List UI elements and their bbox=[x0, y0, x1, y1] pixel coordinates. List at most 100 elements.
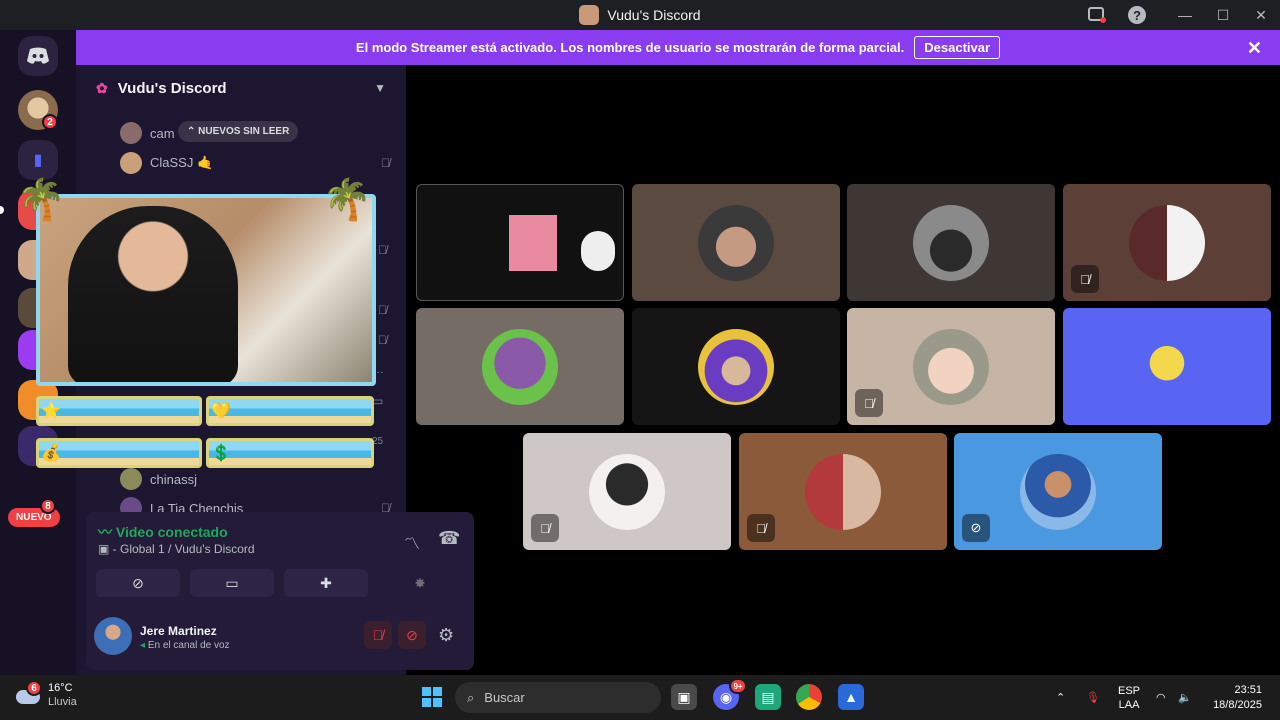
avatar bbox=[1129, 205, 1205, 281]
weather-temp: 16°C bbox=[48, 682, 73, 694]
dollar-icon: 💲 bbox=[211, 445, 231, 462]
weather-badge: 6 bbox=[26, 680, 42, 696]
video-tile-participant[interactable] bbox=[1063, 308, 1271, 425]
clock-date: 18/8/2025 bbox=[1213, 699, 1262, 711]
overlay-goal-tile: 💲 bbox=[206, 438, 374, 468]
close-window-button[interactable]: ✕ bbox=[1242, 0, 1280, 30]
avatar bbox=[913, 205, 989, 281]
streamer-mode-banner: El modo Streamer está activado. Los nomb… bbox=[76, 30, 1280, 65]
boost-icon: ✿ bbox=[96, 79, 108, 96]
skull-graphic bbox=[581, 231, 615, 271]
clock-time: 23:51 bbox=[1234, 684, 1262, 696]
avatar bbox=[120, 122, 142, 144]
chevron-down-icon[interactable]: ▼ bbox=[374, 81, 386, 95]
video-tile-screenshare[interactable] bbox=[416, 184, 624, 301]
video-tile-participant[interactable] bbox=[632, 184, 840, 301]
mic-muted-icon: 🎙̸ bbox=[747, 514, 775, 542]
server-icon-dog[interactable]: 2 bbox=[18, 90, 58, 130]
tray-chevron-up-icon[interactable]: ⌃ bbox=[1056, 675, 1065, 720]
voice-connection-panel: 〰 Video conectado ▣ - Global 1 / Vudu's … bbox=[86, 512, 474, 670]
avatar bbox=[698, 329, 774, 405]
member-name: chinassj bbox=[150, 471, 197, 487]
coins-icon: 💰 bbox=[41, 445, 61, 462]
mute-mic-button[interactable]: 🎙̸ bbox=[364, 621, 392, 649]
avatar bbox=[589, 454, 665, 530]
unread-indicator bbox=[0, 206, 4, 214]
camera-small-icon: ▣ bbox=[98, 542, 113, 556]
video-tile-participant[interactable]: 🎙̸ bbox=[1063, 184, 1271, 301]
streamer-mode-text: El modo Streamer está activado. Los nomb… bbox=[355, 40, 905, 55]
window-title: Vudu's Discord bbox=[607, 7, 701, 23]
activities-button[interactable]: ✚ bbox=[284, 569, 368, 597]
app-icon-green[interactable]: ▤ bbox=[755, 684, 781, 710]
mic-off-icon: 🎙̸ bbox=[372, 627, 384, 643]
overlay-goal-tile: 💛 bbox=[206, 396, 374, 426]
folder-icon[interactable]: ▮ bbox=[18, 140, 58, 180]
heart-icon: 💛 bbox=[211, 403, 231, 420]
mic-muted-icon: 🎙̸ bbox=[855, 389, 883, 417]
voice-status: 〰 Video conectado bbox=[98, 522, 228, 542]
maximize-button[interactable]: ☐ bbox=[1204, 0, 1242, 30]
help-icon[interactable]: ? bbox=[1126, 0, 1148, 30]
camera-off-icon: ⊘ bbox=[132, 574, 144, 591]
windows-start-icon[interactable] bbox=[419, 684, 445, 710]
voice-member[interactable]: ClaSSJ 🤙 🎙̸ bbox=[120, 150, 390, 176]
language-indicator[interactable]: ESP LAA bbox=[1118, 675, 1140, 720]
voice-channel[interactable]: ▣ - Global 1 / Vudu's Discord bbox=[98, 542, 255, 556]
headphones-off-icon: ⊘ bbox=[962, 514, 990, 542]
close-banner-icon[interactable]: ✕ bbox=[1247, 38, 1262, 59]
window-title-group: Vudu's Discord bbox=[579, 5, 701, 25]
weather-widget[interactable]: 6 16°C Lluvia bbox=[16, 680, 77, 709]
weather-desc: Lluvia bbox=[48, 696, 77, 708]
disconnect-icon[interactable]: ☎ bbox=[438, 528, 460, 549]
chrome-icon[interactable] bbox=[796, 684, 822, 710]
server-name: Vudu's Discord bbox=[117, 79, 227, 97]
video-tile-participant[interactable]: ⊘ bbox=[954, 433, 1162, 550]
screen-share-button[interactable]: ▭ bbox=[190, 569, 274, 597]
voice-member[interactable]: chinassj bbox=[120, 466, 390, 492]
mic-muted-icon: 🎙̸ bbox=[378, 333, 387, 347]
camera-off-button[interactable]: ⊘ bbox=[96, 569, 180, 597]
video-tile-participant[interactable] bbox=[416, 308, 624, 425]
task-view-icon[interactable]: ▣ bbox=[671, 684, 697, 710]
clock[interactable]: 23:51 18/8/2025 bbox=[1213, 683, 1262, 713]
voice-channel-label: - Global 1 / Vudu's Discord bbox=[112, 542, 255, 556]
soundboard-button[interactable]: ✸ bbox=[378, 569, 462, 597]
video-tile-participant[interactable] bbox=[847, 184, 1055, 301]
video-tile-participant[interactable]: 🎙̸ bbox=[523, 433, 731, 550]
microphone-icon[interactable]: 🎙 bbox=[1086, 675, 1100, 720]
discord-taskbar-icon[interactable]: ◉ 9+ bbox=[713, 678, 747, 710]
user-status-label: En el canal de voz bbox=[147, 640, 230, 651]
deactivate-button[interactable]: Desactivar bbox=[914, 36, 1001, 59]
svg-text:?: ? bbox=[1133, 8, 1141, 23]
avatar bbox=[1020, 454, 1096, 530]
inbox-icon[interactable] bbox=[1086, 0, 1108, 30]
keyboard-layout: LAA bbox=[1118, 698, 1140, 711]
avatar bbox=[1129, 329, 1205, 405]
new-unread-label: NUEVOS SIN LEER bbox=[198, 126, 290, 137]
video-tile-participant[interactable]: 🎙̸ bbox=[847, 308, 1055, 425]
new-unread-pill[interactable]: ⌃ NUEVOS SIN LEER bbox=[178, 121, 299, 142]
discord-home-icon[interactable] bbox=[18, 36, 58, 76]
screen-share-icon: ▭ bbox=[225, 574, 239, 591]
avatar[interactable] bbox=[94, 617, 132, 655]
deafen-button[interactable]: ⊘ bbox=[398, 621, 426, 649]
soundboard-icon: ✸ bbox=[414, 574, 426, 591]
settings-gear-icon[interactable]: ⚙ bbox=[438, 625, 454, 646]
volume-icon[interactable]: 🔈 bbox=[1178, 675, 1192, 720]
minimize-button[interactable]: — bbox=[1166, 0, 1204, 30]
video-tile-participant[interactable]: 🎙̸ bbox=[739, 433, 947, 550]
screenshare-preview bbox=[509, 215, 557, 271]
search-icon: ⌕ bbox=[467, 689, 475, 705]
video-tile-participant[interactable] bbox=[632, 308, 840, 425]
taskbar-search[interactable]: ⌕ Buscar bbox=[455, 682, 661, 713]
photos-icon[interactable]: ▲ bbox=[838, 684, 864, 710]
server-header[interactable]: ✿ Vudu's Discord ▼ bbox=[76, 65, 406, 111]
gamepad-icon: ✚ bbox=[320, 574, 332, 591]
window-controls: ? — ☐ ✕ bbox=[1086, 0, 1280, 30]
overlay-goal-tile: ⭐ bbox=[36, 396, 202, 426]
webcam-person bbox=[68, 206, 238, 382]
wifi-icon[interactable]: ◠ bbox=[1156, 675, 1166, 720]
noise-suppression-icon[interactable]: 〽 bbox=[404, 530, 420, 554]
discord-badge: 9+ bbox=[729, 678, 747, 694]
